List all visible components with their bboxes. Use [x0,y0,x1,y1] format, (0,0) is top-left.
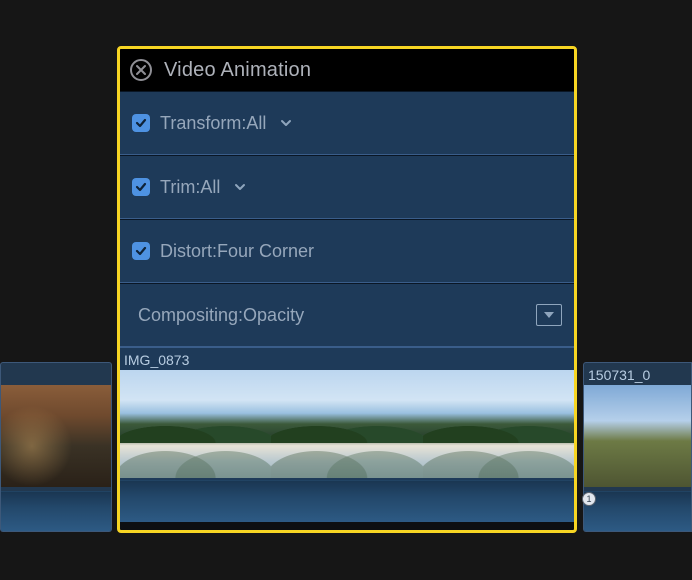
chevron-down-icon[interactable] [232,179,248,195]
checkbox-distort[interactable] [132,242,150,260]
chevron-down-icon[interactable] [278,115,294,131]
thumbnail-frame [584,385,691,487]
panel-clip-title: IMG_0873 [124,352,189,368]
row-label-trim: Trim:All [160,177,220,198]
row-distort[interactable]: Distort:Four Corner [120,219,574,283]
timeline-clip-right[interactable]: 150731_0 [583,362,692,532]
stage: 150731_0 1 Video Animation Transform:All [0,0,692,580]
panel-title: Video Animation [164,59,311,82]
row-trim[interactable]: Trim:All [120,155,574,219]
row-label-compositing: Compositing:Opacity [138,305,304,326]
thumbnail-frame [271,370,422,478]
thumbnail-frame [120,370,271,478]
close-icon[interactable] [130,59,152,81]
panel-header: Video Animation [120,49,574,91]
audio-waveform-right[interactable] [584,491,691,531]
panel-clip-area[interactable]: IMG_0873 [120,347,574,522]
expand-dropdown-icon[interactable] [536,304,562,326]
anchor-marker[interactable]: 1 [582,492,596,506]
row-compositing[interactable]: Compositing:Opacity [120,283,574,347]
audio-waveform[interactable] [120,480,574,522]
video-animation-panel: Video Animation Transform:All Trim:All [117,46,577,533]
thumbnail-frame [1,385,111,487]
clip-title-right: 150731_0 [588,367,689,383]
checkbox-transform[interactable] [132,114,150,132]
thumbnail-strip [120,370,574,478]
checkbox-trim[interactable] [132,178,150,196]
thumbnail-strip-left [1,385,111,487]
anchor-marker-label: 1 [586,494,591,504]
row-label-transform: Transform:All [160,113,266,134]
audio-waveform-left[interactable] [1,491,111,531]
row-label-distort: Distort:Four Corner [160,241,314,262]
row-transform[interactable]: Transform:All [120,91,574,155]
thumbnail-frame [423,370,574,478]
thumbnail-strip-right [584,385,691,487]
timeline-clip-left[interactable] [0,362,112,532]
